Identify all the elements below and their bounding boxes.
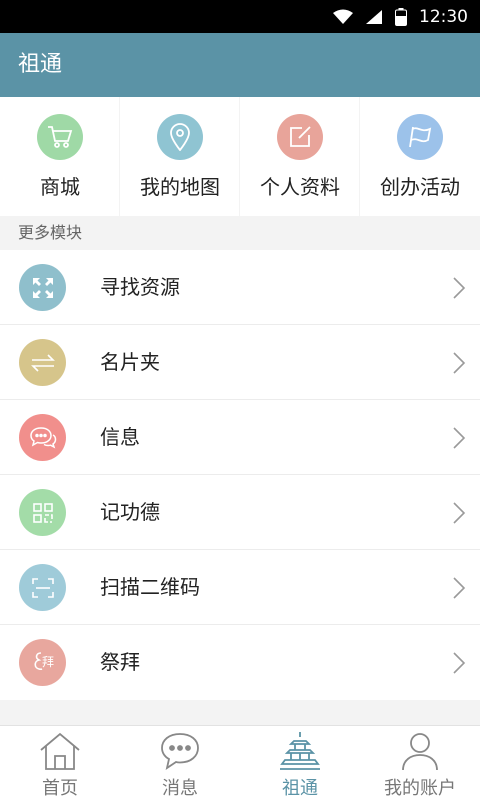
list-item-merit-record[interactable]: 记功德 [0,475,480,550]
module-list: 寻找资源 名片夹 信息 记功德 扫描二维码 拜 祭拜 [0,250,480,700]
chat-bubbles-icon [19,414,66,461]
scan-frame-icon [19,564,66,611]
section-header: 更多模块 [0,216,480,250]
list-item-scan-qr[interactable]: 扫描二维码 [0,550,480,625]
home-icon [40,732,80,770]
grid-item-mall[interactable]: 商城 [0,97,120,216]
flag-icon [397,114,443,160]
chevron-right-icon [453,277,466,299]
list-item-messages[interactable]: 信息 [0,400,480,475]
tab-label: 首页 [42,778,78,799]
cart-icon [37,114,83,160]
battery-icon [395,7,407,26]
grid-item-label: 创办活动 [380,175,460,199]
tab-home[interactable]: 首页 [0,726,120,800]
grid-item-label: 个人资料 [260,175,340,199]
pagoda-icon [280,732,320,770]
list-item-find-resources[interactable]: 寻找资源 [0,250,480,325]
grid-item-my-map[interactable]: 我的地图 [120,97,240,216]
message-icon [161,733,199,770]
worship-icon: 拜 [19,639,66,686]
tab-zutong[interactable]: 祖通 [240,726,360,800]
chevron-right-icon [453,427,466,449]
person-icon [402,733,438,771]
grid-item-profile[interactable]: 个人资料 [240,97,360,216]
list-item-card-holder[interactable]: 名片夹 [0,325,480,400]
section-title: 更多模块 [18,223,83,242]
list-item-worship[interactable]: 拜 祭拜 [0,625,480,700]
list-item-label: 扫描二维码 [100,575,200,599]
grid-item-label: 商城 [40,175,80,199]
location-pin-icon [157,114,203,160]
edit-icon [277,114,323,160]
list-item-label: 寻找资源 [100,275,180,299]
list-item-label: 名片夹 [100,350,160,374]
grid-item-label: 我的地图 [140,175,220,199]
list-item-label: 记功德 [100,500,160,524]
grid-blocks-icon [19,489,66,536]
worship-badge: 拜 [42,655,55,669]
quick-access-grid: 商城 我的地图 个人资料 创办活动 [0,97,480,216]
chevron-right-icon [453,352,466,374]
signal-icon [366,9,382,24]
wifi-icon [333,9,353,24]
tab-label: 我的账户 [384,778,456,799]
list-item-label: 信息 [100,425,140,449]
chevron-right-icon [453,652,466,674]
clock: 12:30 [419,6,468,27]
page-title: 祖通 [18,52,63,77]
tab-label: 祖通 [282,778,318,799]
swap-arrows-icon [19,339,66,386]
chevron-right-icon [453,577,466,599]
chevron-right-icon [453,502,466,524]
grid-item-create-event[interactable]: 创办活动 [360,97,480,216]
expand-arrows-icon [19,264,66,311]
app-bar: 祖通 [0,33,480,97]
tab-messages[interactable]: 消息 [120,726,240,800]
tab-my-account[interactable]: 我的账户 [360,726,480,800]
list-item-label: 祭拜 [100,650,140,674]
status-bar: 12:30 [0,0,480,33]
bottom-tab-bar: 首页 消息 祖通 我的账户 [0,725,480,800]
tab-label: 消息 [162,778,198,799]
